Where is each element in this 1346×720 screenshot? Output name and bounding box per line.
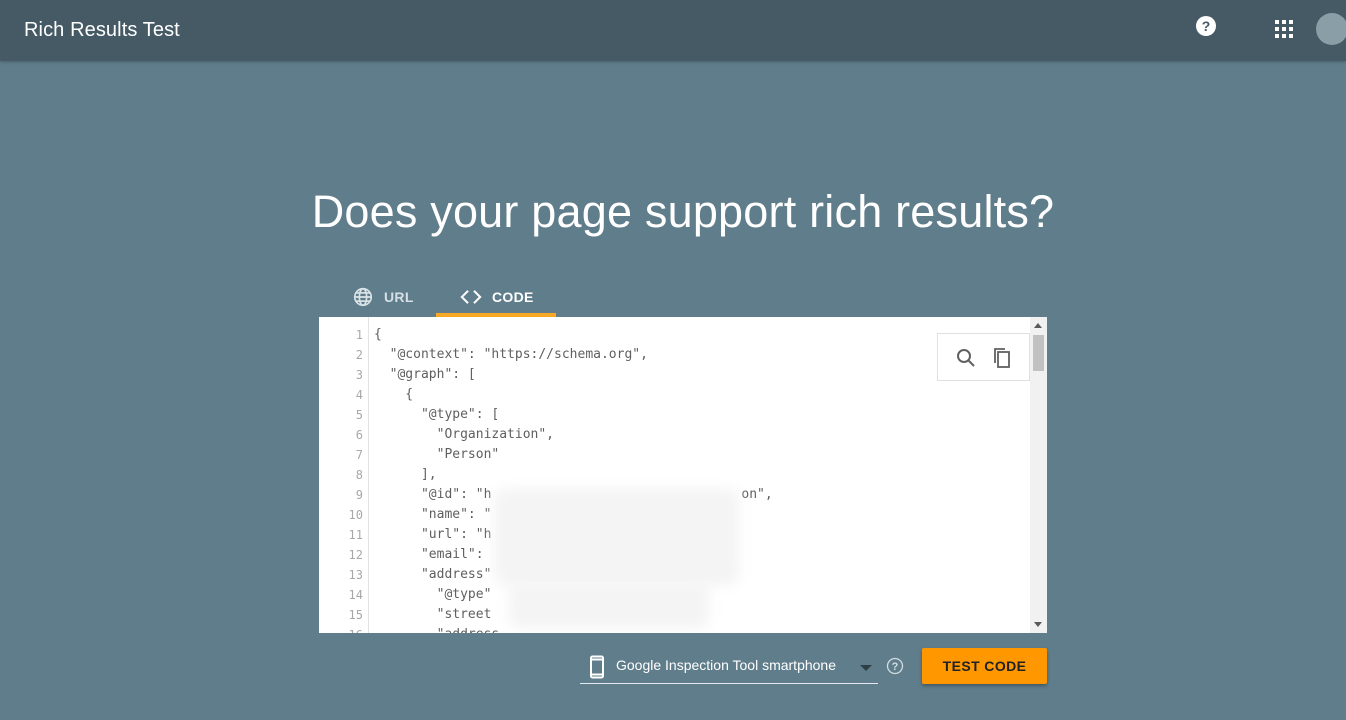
tab-code-label: CODE xyxy=(492,288,534,305)
redacted-region xyxy=(494,489,739,585)
apps-grid-icon[interactable] xyxy=(1272,17,1296,41)
chevron-down-icon xyxy=(860,665,872,671)
line-number: 10 xyxy=(348,508,363,522)
copy-icon[interactable] xyxy=(990,346,1014,370)
line-number: 5 xyxy=(355,408,363,422)
scroll-up-arrow-icon[interactable] xyxy=(1034,323,1042,328)
device-select-label: Google Inspection Tool smartphone xyxy=(616,657,836,673)
line-number: 8 xyxy=(355,468,363,482)
line-number: 13 xyxy=(348,568,363,582)
svg-text:?: ? xyxy=(892,661,899,673)
editor-toolbar xyxy=(937,333,1030,381)
code-line: "@context": "https://schema.org", xyxy=(374,347,648,362)
tab-url-label: URL xyxy=(384,288,414,305)
help-outline-icon[interactable]: ? xyxy=(886,657,904,675)
line-number: 16 xyxy=(319,625,368,633)
line-number: 1 xyxy=(355,328,363,342)
line-number: 2 xyxy=(355,348,363,362)
search-icon[interactable] xyxy=(954,346,978,370)
tab-url[interactable]: URL xyxy=(352,276,414,317)
line-number: 12 xyxy=(348,548,363,562)
code-line-start: "@id": "h xyxy=(374,487,492,502)
line-number: 9 xyxy=(355,488,363,502)
line-number: 3 xyxy=(355,368,363,382)
code-line: "Organization", xyxy=(374,427,555,442)
scroll-down-arrow-icon[interactable] xyxy=(1034,622,1042,627)
code-line: "@graph": [ xyxy=(374,367,476,382)
code-line: ], xyxy=(374,467,437,482)
line-number-gutter: 1 2 3 4 5 6 7 8 9 10 11 12 13 14 15 16 xyxy=(319,317,369,633)
test-code-button[interactable]: TEST CODE xyxy=(922,648,1047,684)
line-number: 11 xyxy=(348,528,363,542)
app-title[interactable]: Rich Results Test xyxy=(24,19,180,42)
line-number: 6 xyxy=(355,428,363,442)
line-number: 4 xyxy=(355,388,363,402)
smartphone-icon xyxy=(590,655,604,679)
code-line: "@type": [ xyxy=(374,407,500,422)
line-number: 15 xyxy=(348,608,363,622)
line-number: 14 xyxy=(348,588,363,602)
account-avatar[interactable] xyxy=(1316,13,1346,45)
code-line: "Person" xyxy=(374,447,500,462)
scrollbar-thumb[interactable] xyxy=(1033,335,1044,371)
help-icon[interactable]: ? xyxy=(1195,15,1217,37)
globe-icon xyxy=(353,287,373,306)
code-line-end: on", xyxy=(741,487,773,502)
code-editor[interactable]: 1 2 3 4 5 6 7 8 9 10 11 12 13 14 15 16 {… xyxy=(319,317,1047,633)
top-app-bar: Rich Results Test ? xyxy=(0,0,1346,61)
code-line: { xyxy=(374,387,414,402)
tab-code[interactable]: CODE xyxy=(436,276,556,317)
device-select[interactable]: Google Inspection Tool smartphone xyxy=(580,650,878,684)
editor-scrollbar[interactable] xyxy=(1030,317,1047,633)
line-number: 7 xyxy=(355,448,363,462)
code-line: { xyxy=(374,327,382,342)
code-brackets-icon xyxy=(460,289,482,304)
svg-text:?: ? xyxy=(1202,18,1211,34)
page-headline: Does your page support rich results? xyxy=(311,186,1055,237)
redacted-region xyxy=(509,582,709,628)
